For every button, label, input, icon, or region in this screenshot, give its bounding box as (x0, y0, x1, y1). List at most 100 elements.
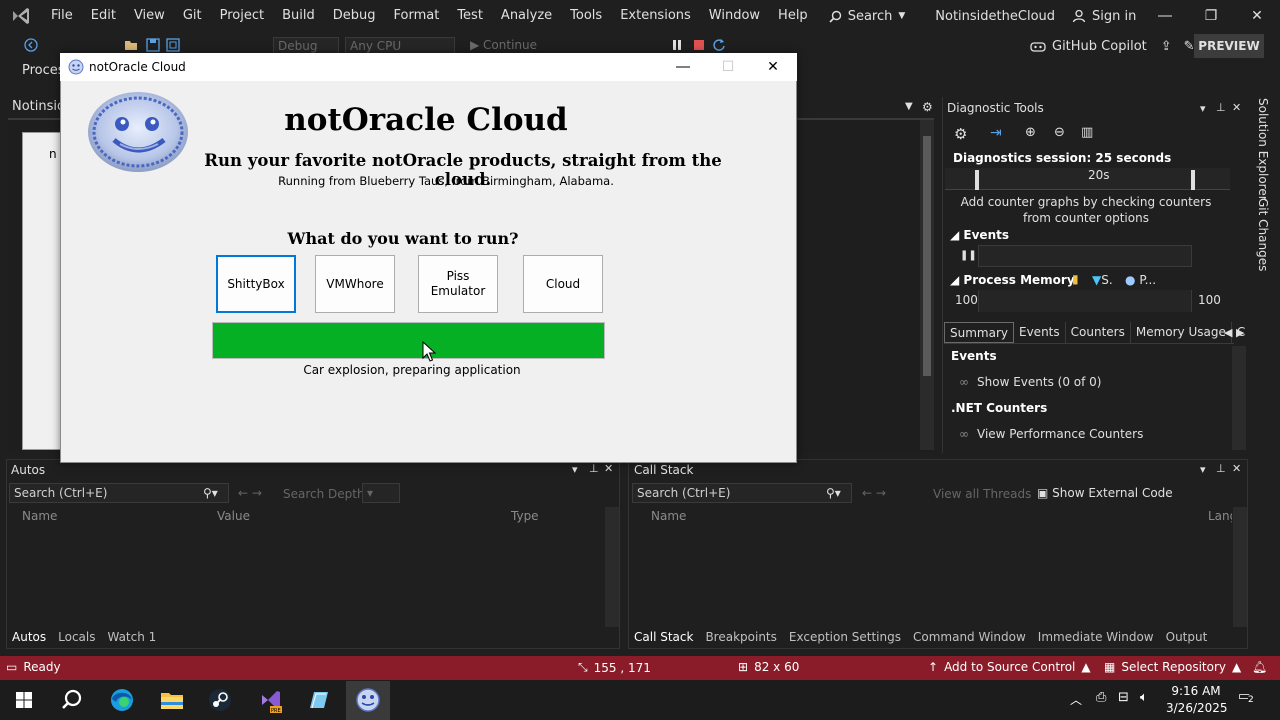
process-memory-header[interactable]: ◢ Process Memory (950, 273, 1075, 287)
gear-icon[interactable]: ⚙ (922, 100, 933, 114)
save-icon[interactable] (146, 38, 160, 52)
timeline-end-handle[interactable] (1191, 170, 1195, 190)
select-tools-icon[interactable]: ⇥ (990, 125, 1002, 141)
nav-back-icon[interactable]: ← → (862, 486, 886, 500)
callstack-search-input[interactable]: Search (Ctrl+E) (632, 483, 852, 503)
notoracle-cloud-app-icon[interactable] (354, 686, 382, 714)
tab-events[interactable]: Events (1014, 322, 1066, 343)
pin-icon[interactable]: ⊥ (1216, 101, 1226, 114)
show-external-code-toggle[interactable]: ▣ Show External Code (1037, 486, 1173, 500)
menu-project[interactable]: Project (211, 0, 273, 32)
menu-help[interactable]: Help (769, 0, 817, 32)
pause-events-icon[interactable]: ❚❚ (960, 250, 977, 261)
visual-studio-preview-icon[interactable]: PRE (256, 686, 284, 714)
timeline-start-handle[interactable] (975, 170, 979, 190)
volume-icon[interactable]: 🔈︎ (1140, 690, 1148, 705)
search-icon[interactable] (58, 686, 86, 714)
search-icon[interactable]: ⚲▾ (203, 486, 218, 500)
tab-memory-usage[interactable]: Memory Usage (1131, 322, 1232, 343)
vs-close-button[interactable]: ✕ (1234, 0, 1280, 32)
feedback-icon[interactable]: ✎ (1184, 39, 1195, 54)
settings-gear-icon[interactable]: ⚙ (954, 125, 967, 143)
autos-dropdown-icon[interactable]: ▾ (572, 463, 578, 476)
scroll-thumb[interactable] (923, 136, 931, 376)
stop-icon[interactable] (692, 38, 706, 52)
menu-debug[interactable]: Debug (324, 0, 385, 32)
menu-analyze[interactable]: Analyze (492, 0, 561, 32)
file-explorer-icon[interactable] (158, 686, 186, 714)
autos-scrollbar[interactable] (605, 507, 619, 627)
menu-git[interactable]: Git (174, 0, 211, 32)
network-icon[interactable]: ⊟ (1118, 690, 1129, 705)
callstack-close-icon[interactable]: ✕ (1232, 462, 1241, 475)
nav-back-icon[interactable]: ← → (238, 486, 262, 500)
menu-extensions[interactable]: Extensions (611, 0, 700, 32)
cloud-button[interactable]: Cloud (523, 255, 603, 313)
tab-watch1[interactable]: Watch 1 (107, 630, 156, 644)
document-tab[interactable]: Notinside (8, 98, 73, 118)
autos-close-icon[interactable]: ✕ (604, 462, 613, 475)
tab-locals[interactable]: Locals (58, 630, 95, 644)
git-changes-tab[interactable]: Git Changes (1256, 198, 1270, 271)
tab-output[interactable]: Output (1166, 630, 1208, 644)
restart-icon[interactable] (712, 38, 726, 52)
tab-call-stack[interactable]: Call Stack (634, 630, 693, 644)
menu-build[interactable]: Build (273, 0, 324, 32)
pause-icon[interactable] (670, 38, 684, 52)
vs-restore-button[interactable]: ❐ (1188, 0, 1234, 32)
menu-format[interactable]: Format (385, 0, 449, 32)
vs-search-box[interactable]: Search ▼ (829, 9, 905, 24)
tab-counters[interactable]: Counters (1066, 322, 1131, 343)
menu-edit[interactable]: Edit (82, 0, 125, 32)
callstack-dropdown-icon[interactable]: ▾ (1200, 463, 1206, 476)
app-close-button[interactable]: ✕ (750, 55, 796, 79)
tab-exception-settings[interactable]: Exception Settings (789, 630, 901, 644)
app-minimize-button[interactable]: ― (660, 55, 706, 79)
visual-studio-logo-icon[interactable] (10, 5, 32, 27)
github-copilot-button[interactable]: GitHub Copilot ⇪ ✎ (1030, 34, 1195, 58)
tab-autos[interactable]: Autos (12, 630, 46, 644)
view-threads-label[interactable]: View all Threads (933, 487, 1031, 501)
sign-in-button[interactable]: Sign in (1072, 0, 1136, 32)
steam-icon[interactable] (206, 686, 234, 714)
continue-button[interactable]: ▶ Continue (470, 38, 537, 52)
tab-command-window[interactable]: Command Window (913, 630, 1026, 644)
editor-scrollbar[interactable] (920, 120, 934, 450)
view-performance-counters-link[interactable]: ∞ View Performance Counters (951, 427, 1143, 441)
autos-pin-icon[interactable]: ⊥ (589, 462, 599, 475)
tray-device-icon[interactable]: ⎙ (1096, 690, 1106, 705)
notepad-icon[interactable] (304, 686, 332, 714)
events-section-header[interactable]: ◢ Events (950, 228, 1009, 242)
zoom-out-icon[interactable]: ⊖ (1054, 125, 1065, 140)
piss-emulator-button[interactable]: Piss Emulator (418, 255, 498, 313)
tab-scroll-left-icon[interactable]: ◀ (1224, 326, 1232, 339)
share-icon[interactable]: ⇪ (1161, 39, 1172, 54)
preview-button[interactable]: PREVIEW (1194, 34, 1264, 58)
panel-close-icon[interactable]: ✕ (1232, 101, 1241, 114)
menu-tools[interactable]: Tools (561, 0, 611, 32)
show-events-link[interactable]: ∞ Show Events (0 of 0) (951, 375, 1101, 389)
open-folder-icon[interactable] (124, 38, 138, 52)
tab-immediate-window[interactable]: Immediate Window (1038, 630, 1154, 644)
add-to-source-control-button[interactable]: ↑ Add to Source Control ▲ (928, 660, 1091, 674)
tray-overflow-icon[interactable]: ︿ (1070, 691, 1082, 708)
menu-file[interactable]: File (42, 0, 82, 32)
reset-view-icon[interactable]: ▥ (1081, 125, 1093, 140)
menu-view[interactable]: View (125, 0, 174, 32)
menu-window[interactable]: Window (700, 0, 769, 32)
diag-scrollbar[interactable] (1232, 346, 1246, 450)
search-depth-select[interactable]: ▾ (362, 483, 400, 503)
select-repository-button[interactable]: ▦ Select Repository ▲ (1104, 660, 1241, 674)
zoom-in-icon[interactable]: ⊕ (1025, 125, 1036, 140)
back-icon[interactable] (24, 38, 38, 52)
taskbar-clock[interactable]: 9:16 AM 3/26/2025 (1166, 683, 1228, 717)
windows-start-icon[interactable] (10, 686, 38, 714)
callstack-pin-icon[interactable]: ⊥ (1216, 462, 1226, 475)
document-list-dropdown[interactable]: ▼ (905, 101, 913, 112)
tab-scroll-right-icon[interactable]: ▶ (1236, 326, 1244, 339)
panel-dropdown-icon[interactable]: ▾ (1200, 102, 1206, 115)
notifications-bell-icon[interactable]: 🔔︎ (1252, 660, 1267, 674)
tab-summary[interactable]: Summary (944, 322, 1014, 343)
vmwhore-button[interactable]: VMWhore (315, 255, 395, 313)
edge-browser-icon[interactable] (108, 686, 136, 714)
